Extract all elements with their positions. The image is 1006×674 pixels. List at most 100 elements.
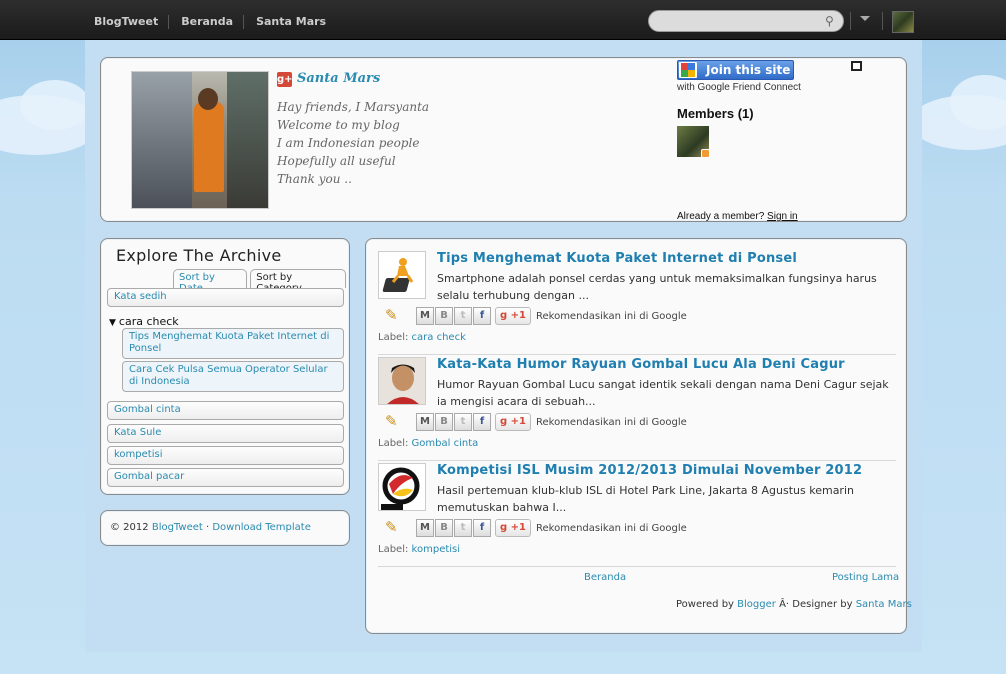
posts-panel: Tips Menghemat Kuota Paket Internet di P… (365, 238, 907, 634)
google-plusone-button[interactable]: g +1 (495, 307, 531, 325)
archive-category-label: cara check (118, 315, 179, 328)
share-bar: M B t f g +1 Rekomendasikan ini di Googl… (416, 519, 687, 537)
bio-line: Welcome to my blog (277, 118, 400, 132)
post-label-link[interactable]: cara check (412, 332, 466, 343)
already-member: Already a member? Sign in (677, 211, 798, 222)
popout-window-icon[interactable] (851, 61, 862, 71)
share-bar: M B t f g +1 Rekomendasikan ini di Googl… (416, 307, 687, 325)
tab-sort-by-category[interactable]: Sort by Category (250, 269, 346, 294)
designer-prefix: Â· Designer by (779, 599, 853, 610)
home-pager-link[interactable]: Beranda (584, 572, 626, 583)
tab-sort-by-date[interactable]: Sort by Date (173, 269, 248, 294)
email-share-icon[interactable]: M (416, 307, 434, 325)
top-navbar: BlogTweet Beranda Santa Mars ⚲ (0, 0, 1006, 40)
gfc-sub-label: with Google Friend Connect (677, 82, 801, 93)
nav-santa-mars-link[interactable]: Santa Mars (256, 15, 336, 29)
blogger-share-icon[interactable]: B (435, 413, 453, 431)
facebook-share-icon[interactable]: f (473, 307, 491, 325)
nav-blogtweet-link[interactable]: BlogTweet (94, 15, 170, 29)
divider (882, 12, 883, 30)
bio-line: I am Indonesian people (277, 136, 420, 150)
designer-link[interactable]: Santa Mars (856, 599, 912, 610)
profile-card: g+ Santa Mars Hay friends, I Marsyanta W… (100, 57, 907, 222)
archive-category-expanded[interactable]: ▼ cara check (109, 315, 179, 328)
members-heading: Members (1) (677, 106, 754, 121)
post-summary: Smartphone adalah ponsel cerdas yang unt… (437, 272, 877, 302)
facebook-share-icon[interactable]: f (473, 519, 491, 537)
post-label: Label: Gombal cinta (378, 438, 478, 449)
label-prefix: Label: (378, 332, 409, 343)
profile-bio: Hay friends, I Marsyanta Welcome to my b… (277, 98, 429, 188)
archive-post-link[interactable]: Tips Menghemat Kuota Paket Internet di P… (122, 328, 344, 359)
post-thumbnail[interactable] (378, 463, 426, 511)
powered-prefix: Powered by (676, 599, 734, 610)
facebook-share-icon[interactable]: f (473, 413, 491, 431)
share-bar: M B t f g +1 Rekomendasikan ini di Googl… (416, 413, 687, 431)
archive-item-kata-sule[interactable]: Kata Sule (107, 424, 344, 443)
older-posts-link[interactable]: Posting Lama (832, 572, 899, 583)
post-title-link[interactable]: Kompetisi ISL Musim 2012/2013 Dimulai No… (437, 463, 862, 478)
google-plusone-button[interactable]: g +1 (495, 519, 531, 537)
post-thumbnail[interactable] (378, 251, 426, 299)
edit-pencil-icon[interactable]: ✎ (385, 307, 401, 323)
already-member-text: Already a member? (677, 211, 765, 222)
divider (378, 566, 896, 567)
google-plusone-button[interactable]: g +1 (495, 413, 531, 431)
copyright-text: © 2012 (110, 522, 149, 533)
archive-item-gombal-pacar[interactable]: Gombal pacar (107, 468, 344, 487)
profile-photo[interactable] (131, 71, 269, 209)
bio-line: Hay friends, I Marsyanta (277, 100, 430, 114)
recommend-label: Rekomendasikan ini di Google (535, 310, 687, 322)
recommend-label: Rekomendasikan ini di Google (535, 416, 687, 428)
label-prefix: Label: (378, 544, 409, 555)
user-avatar[interactable] (892, 11, 914, 33)
archive-item-gombal-cinta[interactable]: Gombal cinta (107, 401, 344, 420)
blogger-link[interactable]: Blogger (737, 599, 776, 610)
member-avatar[interactable] (677, 126, 710, 158)
post-title-link[interactable]: Kata-Kata Humor Rayuan Gombal Lucu Ala D… (437, 357, 845, 372)
join-site-button[interactable]: Join this site (677, 60, 794, 80)
archive-title: Explore The Archive (116, 246, 282, 265)
email-share-icon[interactable]: M (416, 519, 434, 537)
separator: · (205, 522, 210, 533)
gfc-logo-icon (679, 62, 697, 78)
divider (378, 460, 896, 461)
join-site-label: Join this site (706, 63, 791, 77)
archive-tabs: Sort by Date Sort by Category (173, 269, 349, 294)
post-label: Label: kompetisi (378, 544, 460, 555)
profile-name[interactable]: Santa Mars (297, 71, 380, 86)
post-label-link[interactable]: Gombal cinta (412, 438, 479, 449)
footer-widget: © 2012 BlogTweet · Download Template (100, 510, 350, 546)
archive-widget: Explore The Archive Sort by Date Sort by… (100, 238, 350, 495)
footer-credit: © 2012 BlogTweet · Download Template (110, 522, 311, 533)
main-container: g+ Santa Mars Hay friends, I Marsyanta W… (85, 40, 922, 652)
twitter-share-icon[interactable]: t (454, 519, 472, 537)
top-nav: BlogTweet Beranda Santa Mars (94, 15, 348, 29)
edit-pencil-icon[interactable]: ✎ (385, 413, 401, 429)
download-template-link[interactable]: Download Template (212, 522, 311, 533)
label-prefix: Label: (378, 438, 409, 449)
google-plus-icon[interactable]: g+ (277, 72, 293, 87)
post-thumbnail[interactable] (378, 357, 426, 405)
search-input[interactable]: ⚲ (648, 10, 844, 32)
search-icon[interactable]: ⚲ (825, 14, 839, 28)
twitter-share-icon[interactable]: t (454, 413, 472, 431)
edit-pencil-icon[interactable]: ✎ (385, 519, 401, 535)
blogger-share-icon[interactable]: B (435, 519, 453, 537)
sign-in-link[interactable]: Sign in (767, 211, 798, 222)
divider (378, 354, 896, 355)
archive-item-kompetisi[interactable]: kompetisi (107, 446, 344, 465)
blogger-share-icon[interactable]: B (435, 307, 453, 325)
archive-post-link[interactable]: Cara Cek Pulsa Semua Operator Selular di… (122, 361, 344, 392)
post-summary: Humor Rayuan Gombal Lucu sangat identik … (437, 378, 889, 408)
twitter-share-icon[interactable]: t (454, 307, 472, 325)
post-title-link[interactable]: Tips Menghemat Kuota Paket Internet di P… (437, 251, 797, 266)
post-label-link[interactable]: kompetisi (412, 544, 460, 555)
recommend-label: Rekomendasikan ini di Google (535, 522, 687, 534)
bio-line: Thank you .. (277, 172, 352, 186)
chevron-down-icon[interactable] (860, 16, 870, 21)
archive-item-kata-sedih[interactable]: Kata sedih (107, 288, 344, 307)
nav-beranda-link[interactable]: Beranda (181, 15, 245, 29)
brand-link[interactable]: BlogTweet (152, 522, 203, 533)
email-share-icon[interactable]: M (416, 413, 434, 431)
